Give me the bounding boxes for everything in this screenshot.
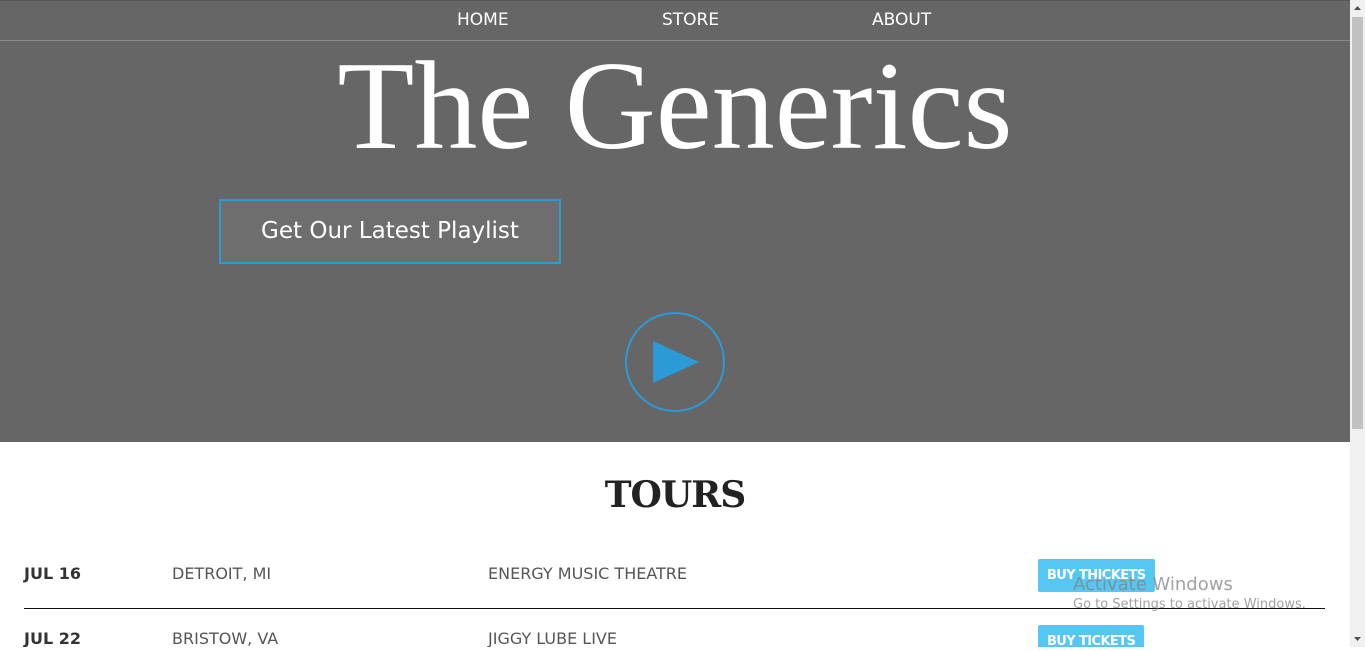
play-icon [653, 341, 699, 383]
tour-venue: JIGGY LUBE LIVE [488, 629, 617, 647]
nav-about-link[interactable]: ABOUT [872, 10, 931, 30]
band-title: The Generics [337, 37, 1013, 176]
scroll-down-button[interactable] [1350, 631, 1365, 647]
vertical-scrollbar[interactable] [1350, 0, 1365, 647]
nav-store-link[interactable]: STORE [662, 10, 719, 30]
tour-date: JUL 22 [24, 629, 81, 647]
tour-city: BRISTOW, VA [172, 629, 279, 647]
tour-venue: ENERGY MUSIC THEATRE [488, 564, 688, 583]
nav-home-link[interactable]: HOME [457, 10, 509, 30]
chevron-down-icon [1354, 637, 1361, 641]
play-button[interactable] [625, 312, 725, 412]
page: HOME STORE ABOUT The Generics Get Our La… [0, 0, 1350, 647]
tours-heading: TOURS [604, 474, 746, 516]
buy-tickets-button[interactable]: BUY TICKETS [1038, 625, 1145, 647]
tour-city: DETROIT, MI [172, 564, 272, 583]
tour-row: JUL 16 DETROIT, MI ENERGY MUSIC THEATRE … [24, 542, 1325, 609]
tour-row: JUL 22 BRISTOW, VA JIGGY LUBE LIVE BUY T… [24, 609, 1325, 647]
get-playlist-button[interactable]: Get Our Latest Playlist [219, 199, 561, 264]
buy-tickets-button[interactable]: BUY THICKETS [1038, 559, 1155, 592]
scroll-thumb[interactable] [1352, 17, 1363, 429]
chevron-up-icon [1354, 6, 1361, 10]
hero-section: HOME STORE ABOUT The Generics Get Our La… [0, 0, 1350, 442]
scroll-up-button[interactable] [1350, 0, 1365, 16]
tour-date: JUL 16 [24, 564, 81, 583]
top-nav: HOME STORE ABOUT [0, 0, 1350, 41]
